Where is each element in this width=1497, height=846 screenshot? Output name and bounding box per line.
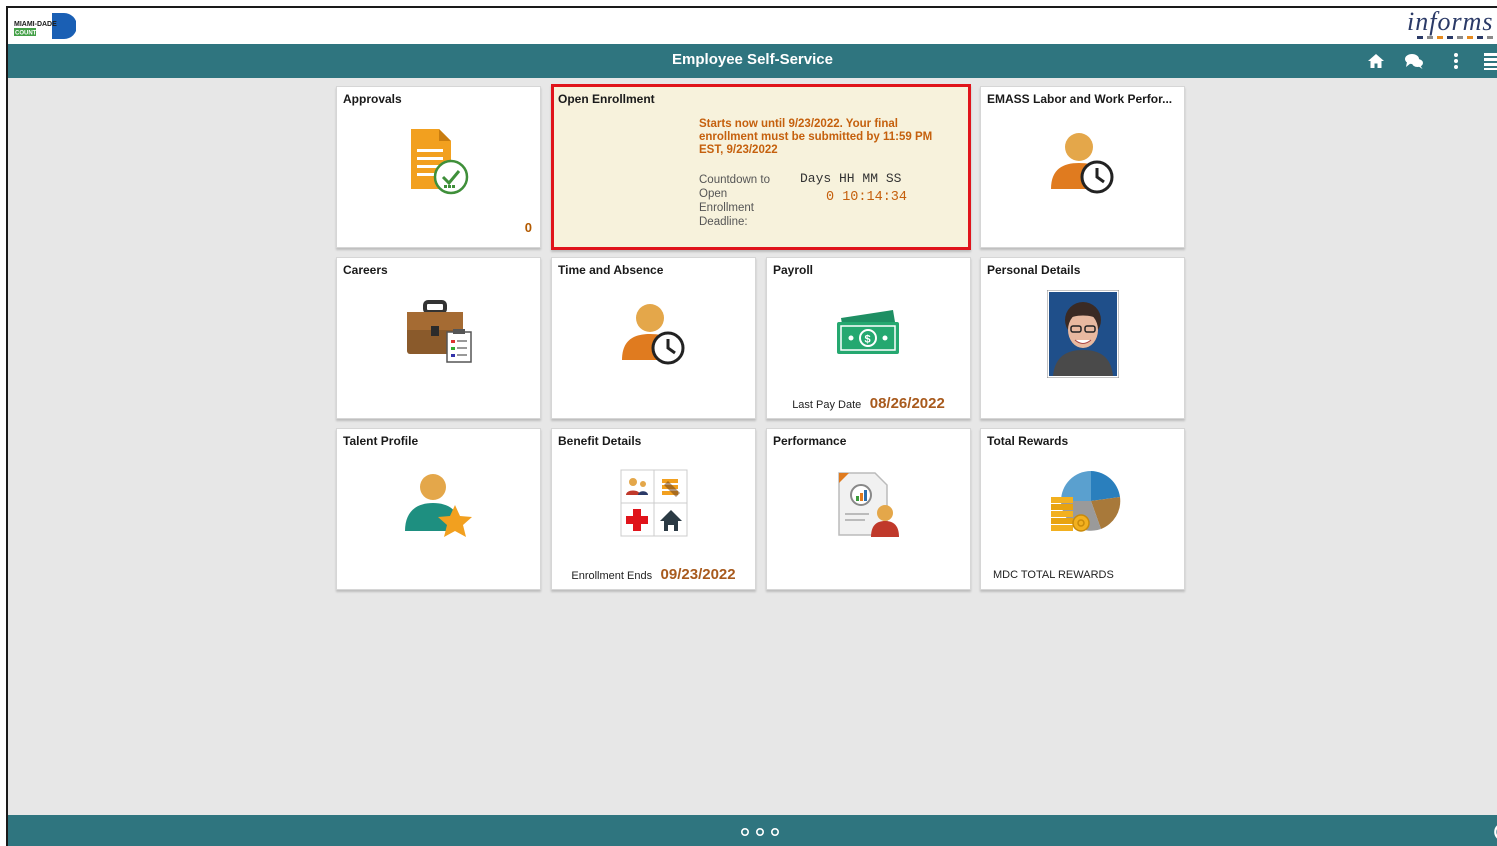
chat-icon[interactable] bbox=[1404, 51, 1424, 71]
approvals-count: 0 bbox=[524, 220, 532, 235]
miami-dade-logo: MIAMI-DADE COUNTY bbox=[12, 12, 76, 40]
tile-performance[interactable]: Performance bbox=[766, 428, 971, 590]
tile-talent-profile[interactable]: Talent Profile bbox=[336, 428, 541, 590]
person-clock-icon bbox=[1051, 133, 1114, 194]
countdown-header: Days HH MM SS bbox=[800, 171, 902, 186]
tile-title: Careers bbox=[343, 263, 388, 277]
tile-title: Approvals bbox=[343, 92, 402, 106]
tile-title: EMASS Labor and Work Perfor... bbox=[987, 92, 1173, 106]
tile-emass-labor[interactable]: EMASS Labor and Work Perfor... bbox=[980, 86, 1185, 248]
page-dots-icon[interactable] bbox=[738, 827, 782, 837]
tile-open-enrollment[interactable]: Open Enrollment Starts now until 9/23/20… bbox=[551, 84, 971, 250]
approvals-document-icon bbox=[411, 129, 469, 195]
tile-title: Open Enrollment bbox=[558, 92, 655, 106]
enrollment-ends: Enrollment Ends 09/23/2022 bbox=[552, 566, 755, 584]
last-pay-date: 08/26/2022 bbox=[869, 395, 945, 412]
person-clock-icon bbox=[622, 304, 685, 365]
enrollment-message: Starts now until 9/23/2022. Your final e… bbox=[699, 118, 933, 156]
tile-time-and-absence[interactable]: Time and Absence bbox=[551, 257, 756, 419]
tile-title: Time and Absence bbox=[558, 263, 664, 277]
home-icon[interactable] bbox=[1366, 51, 1386, 71]
rewards-pie-coins-icon bbox=[1051, 471, 1121, 532]
app-frame: MIAMI-DADE COUNTY informs Employee Self-… bbox=[6, 6, 1497, 846]
tile-personal-details[interactable]: Personal Details bbox=[980, 257, 1185, 419]
person-star-icon bbox=[405, 474, 472, 537]
brand-dots-decoration bbox=[1417, 36, 1493, 39]
more-icon[interactable] bbox=[1446, 51, 1466, 71]
countdown-value: 0 10:14:34 bbox=[826, 190, 908, 205]
tile-title: Payroll bbox=[773, 263, 814, 277]
brand-text: informs bbox=[1407, 7, 1494, 36]
tile-approvals[interactable]: Approvals 0 bbox=[336, 86, 541, 248]
tile-title: Total Rewards bbox=[987, 434, 1069, 448]
tile-title: Personal Details bbox=[987, 263, 1081, 277]
profile-photo bbox=[1047, 290, 1119, 378]
svg-text:$: $ bbox=[865, 334, 871, 346]
enrollment-ends-date: 09/23/2022 bbox=[660, 566, 736, 583]
benefits-grid-icon bbox=[620, 469, 688, 537]
refresh-icon[interactable] bbox=[1486, 823, 1497, 841]
tile-payroll[interactable]: Payroll $ Last Pay Date 08/26/2022 bbox=[766, 257, 971, 419]
enrollment-ends-label: Enrollment Ends bbox=[571, 570, 653, 582]
last-pay-label: Last Pay Date bbox=[792, 399, 862, 411]
tile-title: Talent Profile bbox=[343, 434, 419, 448]
app-footer bbox=[8, 815, 1497, 846]
tile-title: Benefit Details bbox=[558, 434, 642, 448]
svg-text:MIAMI-DADE: MIAMI-DADE bbox=[14, 21, 57, 28]
svg-text:COUNTY: COUNTY bbox=[15, 31, 40, 37]
total-rewards-label: MDC TOTAL REWARDS bbox=[993, 569, 1114, 581]
performance-report-icon bbox=[838, 472, 899, 537]
tile-benefit-details[interactable]: Benefit Details Enrollment Ends 09/23/20… bbox=[551, 428, 756, 590]
money-bill-icon: $ bbox=[837, 310, 899, 354]
briefcase-icon bbox=[407, 300, 472, 363]
navbar-icon[interactable] bbox=[1482, 51, 1497, 71]
page-title: Employee Self-Service bbox=[672, 51, 833, 68]
top-bar: MIAMI-DADE COUNTY informs bbox=[8, 8, 1497, 44]
payroll-last-pay: Last Pay Date 08/26/2022 bbox=[767, 395, 970, 413]
app-header: Employee Self-Service bbox=[8, 44, 1497, 78]
countdown-label: Countdown to Open Enrollment Deadline: bbox=[699, 174, 770, 228]
tile-title: Performance bbox=[773, 434, 847, 448]
tile-total-rewards[interactable]: Total Rewards MDC TOTAL REWARDS bbox=[980, 428, 1185, 590]
tile-careers[interactable]: Careers bbox=[336, 257, 541, 419]
